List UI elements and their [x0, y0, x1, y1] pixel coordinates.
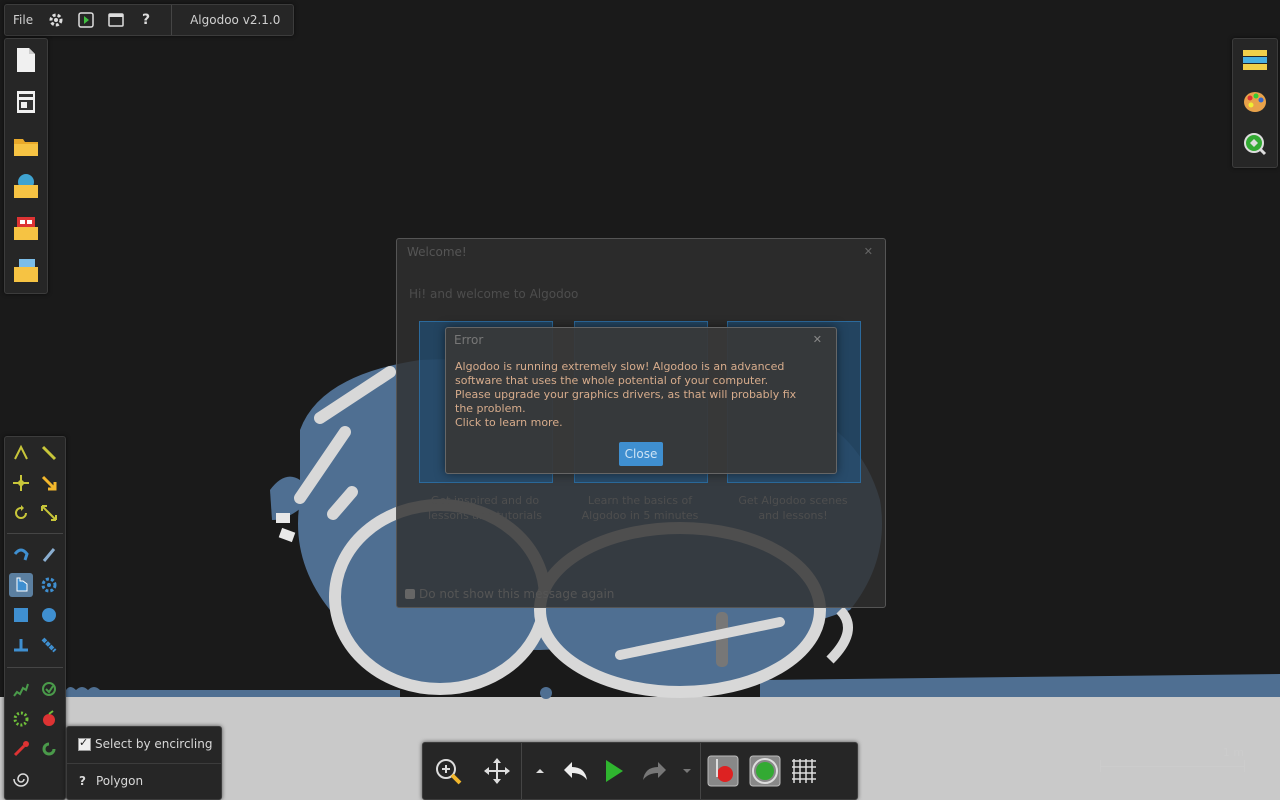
welcome-tile-caption: Learn the basics of Algodoo in 5 minutes — [581, 494, 699, 522]
close-button[interactable]: Close — [619, 442, 663, 466]
dont-show-checkbox[interactable] — [405, 589, 415, 599]
error-message-line: software that uses the whole potential o… — [455, 374, 769, 387]
welcome-tile-caption: Get Algodoo scenes and lessons! — [738, 494, 848, 522]
welcome-title: Welcome! — [407, 245, 467, 259]
welcome-tile-caption: Get inspired and do lessons and tutorial… — [428, 494, 542, 522]
error-message-line: the problem. — [455, 402, 526, 415]
error-message-line: Please upgrade your graphics drivers, as… — [455, 388, 797, 401]
error-message-line: Click to learn more. — [455, 416, 563, 429]
dont-show-option[interactable]: Do not show this message again — [405, 587, 614, 601]
error-message-line: Algodoo is running extremely slow! Algod… — [455, 360, 785, 373]
dont-show-label: Do not show this message again — [419, 587, 615, 601]
welcome-heading: Hi! and welcome to Algodoo — [409, 287, 579, 301]
error-title: Error — [454, 333, 484, 347]
close-icon[interactable]: ✕ — [864, 245, 873, 258]
error-dialog[interactable]: Error ✕ Algodoo is running extremely slo… — [445, 327, 837, 474]
error-message[interactable]: Algodoo is running extremely slow! Algod… — [455, 360, 825, 430]
close-icon[interactable]: ✕ — [813, 333, 822, 346]
